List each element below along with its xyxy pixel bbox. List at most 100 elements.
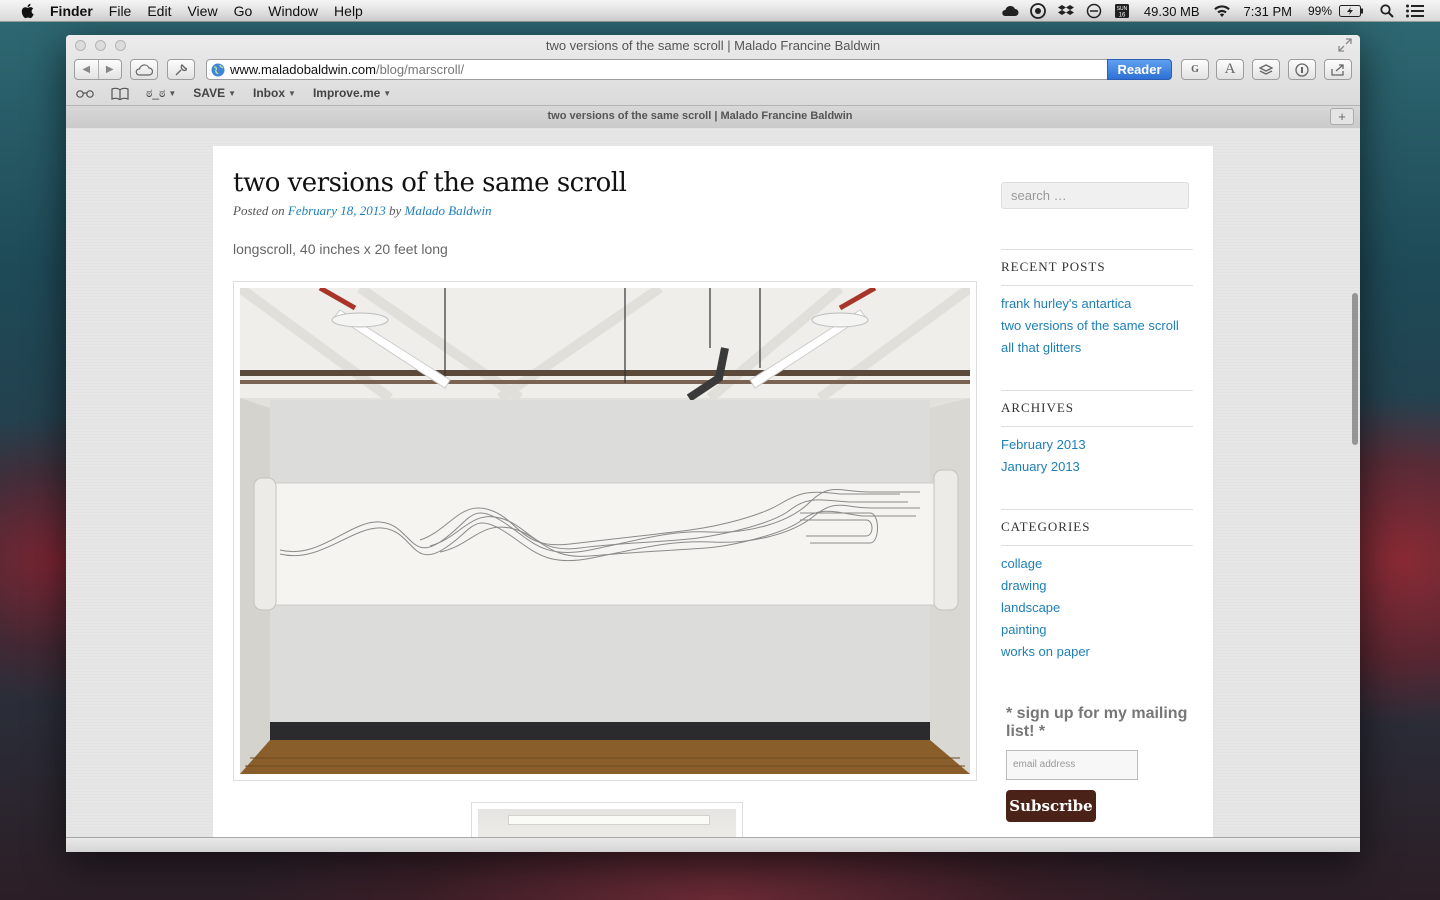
clock[interactable]: 7:31 PM <box>1244 4 1292 19</box>
cloud-app-icon[interactable] <box>1001 3 1019 19</box>
post-image-frame[interactable] <box>233 281 977 781</box>
wrench-icon <box>175 63 187 75</box>
menu-file[interactable]: File <box>109 3 132 19</box>
category-link[interactable]: drawing <box>1001 575 1090 597</box>
memory-usage[interactable]: 49.30 MB <box>1144 4 1200 19</box>
subscribe-button[interactable]: Subscribe <box>1006 790 1096 822</box>
spotlight-icon[interactable] <box>1378 3 1396 19</box>
bookmark-look-label: ಠ_ಠ <box>146 85 166 100</box>
bookmark-inbox-label: Inbox <box>253 86 286 100</box>
browser-window: two versions of the same scroll | Malado… <box>66 35 1360 852</box>
chevron-down-icon: ▼ <box>168 88 177 98</box>
back-button[interactable]: ◀ <box>75 60 99 79</box>
bookmark-improve[interactable]: Improve.me ▼ <box>313 86 391 100</box>
menu-window[interactable]: Window <box>268 3 318 19</box>
menu-bar: Finder File Edit View Go Window Help SUN… <box>0 0 1440 22</box>
google-icon: G <box>1191 64 1199 75</box>
share-button[interactable] <box>1324 59 1352 80</box>
reader-button[interactable]: Reader <box>1107 59 1172 80</box>
recent-post-link[interactable]: two versions of the same scroll <box>1001 315 1179 337</box>
recent-posts-list: frank hurley's antartica two versions of… <box>1001 293 1179 359</box>
bookmarks-button[interactable] <box>111 87 129 100</box>
keyhole-icon <box>1295 62 1309 77</box>
tab-active[interactable]: two versions of the same scroll | Malado… <box>66 110 1334 122</box>
post-date-link[interactable]: February 18, 2013 <box>288 203 386 218</box>
chevron-down-icon: ▼ <box>383 88 392 98</box>
post-author-link[interactable]: Malado Baldwin <box>405 203 492 218</box>
battery-percent[interactable]: 99% <box>1308 4 1332 18</box>
archives-title: ARCHIVES <box>1001 400 1075 415</box>
icloud-tabs-button[interactable] <box>130 59 158 80</box>
web-content: two versions of the same scroll Posted o… <box>66 128 1360 837</box>
vertical-scrollbar[interactable] <box>1352 293 1358 445</box>
wifi-icon[interactable] <box>1213 3 1231 19</box>
url-path: /blog/marscroll/ <box>375 62 465 77</box>
menu-edit[interactable]: Edit <box>147 3 171 19</box>
bookmark-look[interactable]: ಠ_ಠ ▼ <box>146 86 176 101</box>
recent-post-link[interactable]: all that glitters <box>1001 337 1179 359</box>
book-icon <box>111 87 129 100</box>
menu-finder[interactable]: Finder <box>50 3 93 19</box>
calendar-day: SUN <box>1117 6 1128 12</box>
no-entry-icon[interactable] <box>1085 3 1103 19</box>
fullscreen-icon[interactable] <box>1338 38 1352 52</box>
menu-extras: SUN 16 49.30 MB 7:31 PM 99% <box>996 0 1440 22</box>
browser-toolbar: two versions of the same scroll | Malado… <box>66 35 1360 128</box>
battery-icon[interactable] <box>1339 3 1363 19</box>
divider <box>1001 249 1193 250</box>
by-label: by <box>389 203 402 218</box>
new-tab-button[interactable]: + <box>1330 108 1354 125</box>
second-scroll-photo[interactable] <box>478 809 736 837</box>
apple-icon[interactable] <box>18 2 36 20</box>
bookmark-save[interactable]: SAVE ▼ <box>193 86 236 100</box>
category-link[interactable]: collage <box>1001 553 1090 575</box>
url-domain: www.maladobaldwin.com <box>230 62 376 77</box>
divider <box>1001 426 1193 427</box>
category-link[interactable]: works on paper <box>1001 641 1090 663</box>
bookmark-inbox[interactable]: Inbox ▼ <box>253 86 296 100</box>
second-image-frame[interactable] <box>471 802 743 837</box>
bookmarks-bar: ಠ_ಠ ▼ SAVE ▼ Inbox ▼ Improve.me ▼ <box>76 85 408 101</box>
category-link[interactable]: landscape <box>1001 597 1090 619</box>
font-icon: A <box>1224 61 1236 77</box>
wrench-button[interactable] <box>167 59 195 80</box>
bookmark-save-label: SAVE <box>193 86 226 100</box>
menu-go[interactable]: Go <box>234 3 253 19</box>
blog-page: two versions of the same scroll Posted o… <box>213 146 1213 837</box>
archive-link[interactable]: January 2013 <box>1001 456 1086 478</box>
search-input[interactable]: search … <box>1001 182 1189 209</box>
posted-on-label: Posted on <box>233 203 285 218</box>
forward-button[interactable]: ▶ <box>99 60 122 79</box>
evernote-button[interactable] <box>1252 59 1280 80</box>
notification-center-icon[interactable] <box>1406 3 1424 19</box>
chevron-down-icon: ▼ <box>288 88 296 98</box>
glasses-icon <box>76 90 94 98</box>
divider <box>1001 509 1193 510</box>
recent-posts-title: RECENT POSTS <box>1001 259 1106 274</box>
onepassword-button[interactable] <box>1288 59 1316 80</box>
archive-link[interactable]: February 2013 <box>1001 434 1086 456</box>
menu-view[interactable]: View <box>187 3 217 19</box>
menu-help[interactable]: Help <box>334 3 363 19</box>
globe-icon <box>211 63 225 76</box>
divider <box>1001 545 1193 546</box>
text-size-button[interactable]: A <box>1216 59 1244 80</box>
email-field[interactable]: email address <box>1006 750 1138 780</box>
reading-list-button[interactable] <box>76 88 94 98</box>
archives-list: February 2013 January 2013 <box>1001 434 1086 478</box>
calendar-icon[interactable]: SUN 16 <box>1113 3 1131 19</box>
categories-title: CATEGORIES <box>1001 519 1091 534</box>
divider <box>1001 285 1193 286</box>
google-extension-button[interactable]: G <box>1181 59 1209 80</box>
growl-icon[interactable] <box>1029 3 1047 19</box>
recent-post-link[interactable]: frank hurley's antartica <box>1001 293 1179 315</box>
categories-list: collage drawing landscape painting works… <box>1001 553 1090 663</box>
history-nav: ◀ ▶ <box>74 59 122 80</box>
post-meta: Posted on February 18, 2013 by Malado Ba… <box>233 203 492 219</box>
category-link[interactable]: painting <box>1001 619 1090 641</box>
post-description: longscroll, 40 inches x 20 feet long <box>233 241 448 257</box>
address-bar[interactable]: www.maladobaldwin.com/blog/marscroll/ ↻ <box>206 59 1172 80</box>
dropbox-icon[interactable] <box>1057 3 1075 19</box>
bookmark-improve-label: Improve.me <box>312 86 381 100</box>
scroll-photo[interactable] <box>240 288 970 774</box>
